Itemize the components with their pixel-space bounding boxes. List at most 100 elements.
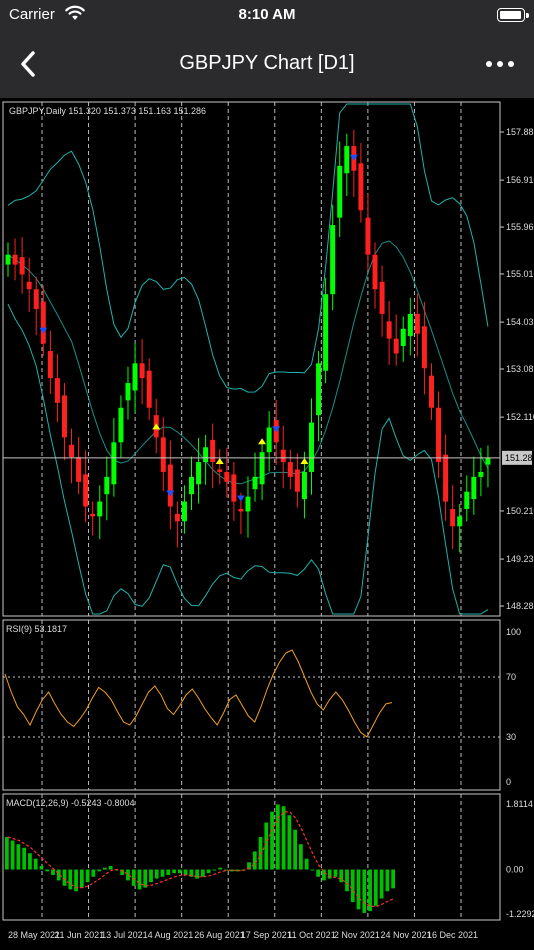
candle-body (238, 508, 244, 512)
macd-histogram-bar (79, 869, 84, 888)
candle-body (471, 476, 477, 500)
rsi-tick-label: 30 (506, 732, 516, 742)
candle-body (167, 464, 173, 507)
candle-body (393, 338, 399, 354)
macd-histogram-bar (218, 867, 223, 870)
macd-pane-border (2, 793, 501, 921)
candle-body (33, 289, 39, 310)
clock: 8:10 AM (238, 6, 296, 23)
candle-body (308, 422, 314, 472)
candle-body (450, 508, 456, 527)
macd-histogram-bar (252, 851, 257, 870)
macd-histogram-bar (177, 869, 182, 874)
candle-body (407, 313, 413, 337)
x-tick-label: 21 Jun 2021 (55, 930, 105, 940)
x-tick-label: 2 Nov 2021 (334, 930, 380, 940)
candle-body (252, 476, 258, 490)
price-tick-label: 150.210 (506, 506, 534, 516)
candle-body (97, 501, 103, 517)
candle-body (280, 449, 286, 463)
macd-histogram-bar (264, 822, 269, 870)
price-tick-label: 157.885 (506, 127, 534, 137)
macd-histogram-bar (316, 869, 321, 877)
down-arrow-icon (39, 327, 48, 334)
macd-histogram-bar (206, 869, 211, 874)
rsi-line (4, 649, 393, 738)
candle-body (111, 442, 117, 485)
x-tick-label: 28 May 2021 (8, 930, 60, 940)
candle-body (224, 471, 230, 482)
up-arrow-icon (215, 457, 224, 464)
candle-body (231, 474, 237, 502)
candle-body (69, 444, 75, 458)
macd-histogram-bar (22, 847, 27, 870)
macd-histogram-bar (212, 869, 217, 871)
status-bar: Carrier 8:10 AM (0, 0, 534, 32)
rsi-tick-label: 70 (506, 672, 516, 682)
price-tick-label: 154.035 (506, 317, 534, 327)
macd-histogram-bar (91, 869, 96, 877)
macd-histogram-bar (287, 815, 292, 870)
macd-histogram-bar (33, 858, 38, 870)
page-title: GBPJPY Chart [D1] (179, 52, 355, 74)
bollinger-middle-band (7, 240, 489, 485)
macd-histogram-bar (103, 867, 107, 870)
macd-histogram-bar (28, 853, 32, 870)
macd-histogram-bar (350, 869, 355, 903)
macd-histogram-bar (310, 869, 315, 871)
macd-histogram-bar (281, 806, 286, 870)
candle-body (203, 447, 209, 463)
chart-canvas[interactable]: 28 May 202121 Jun 202113 Jul 2021 4 Aug 2… (0, 98, 534, 950)
candle-body (365, 217, 371, 255)
bollinger-upper-band (7, 103, 489, 393)
x-tick-label: 26 Aug 2021 (194, 930, 245, 940)
candle-body (181, 501, 187, 522)
candle-body (196, 462, 202, 485)
candle-body (139, 363, 145, 379)
price-tick-label: 153.085 (506, 364, 534, 374)
candle-body (125, 383, 131, 401)
macd-histogram-bar (154, 869, 159, 879)
macd-histogram-bar (362, 869, 367, 913)
macd-histogram-bar (166, 869, 171, 875)
candle-body (146, 370, 152, 408)
candle-body (421, 326, 427, 369)
macd-histogram-bar (10, 840, 15, 870)
candle-body (174, 513, 180, 522)
macd-histogram-bar (385, 869, 390, 892)
candle-body (217, 469, 223, 472)
candle-body (457, 516, 463, 527)
candle-body (12, 254, 18, 265)
candle-body (294, 469, 300, 492)
price-tick-label: 148.285 (506, 601, 534, 611)
rsi-tick-label: 100 (506, 627, 521, 637)
price-tick-label: 156.910 (506, 175, 534, 185)
macd-tick-label: 1.8114 (506, 799, 533, 809)
x-tick-label: 11 Oct 2021 (287, 930, 335, 940)
candle-body (372, 254, 378, 290)
macd-signal-line (7, 810, 395, 907)
candle-body (160, 437, 166, 472)
macd-tick-label: 0.00 (506, 865, 524, 875)
macd-histogram-bar (68, 869, 73, 890)
chart-area[interactable]: 28 May 2021 21 Jun 2021 13 Jul 2021 4 Aug 2… (0, 98, 534, 950)
down-arrow-icon (272, 426, 281, 433)
candle-body (485, 457, 491, 465)
candle-body (189, 476, 195, 495)
more-options-button[interactable] (480, 50, 520, 78)
more-dot-icon (508, 61, 514, 67)
price-chart-title: GBPJPY,Daily 151.320 151.373 151.163 151… (9, 106, 206, 116)
macd-histogram-bar (270, 811, 274, 870)
x-tick-label: 24 Nov 2021 (380, 930, 431, 940)
down-arrow-icon (166, 490, 175, 497)
macd-histogram-bar (160, 869, 165, 877)
navigation-bar: GBPJPY Chart [D1] (0, 32, 534, 98)
macd-histogram-bar (62, 869, 67, 886)
rsi-pane-border (2, 619, 501, 791)
candle-body (301, 471, 307, 500)
up-arrow-icon (300, 457, 309, 464)
price-tick-label: 155.010 (506, 269, 534, 279)
candle-body (316, 363, 322, 416)
macd-histogram-bar (333, 869, 338, 877)
candle-body (83, 474, 89, 507)
